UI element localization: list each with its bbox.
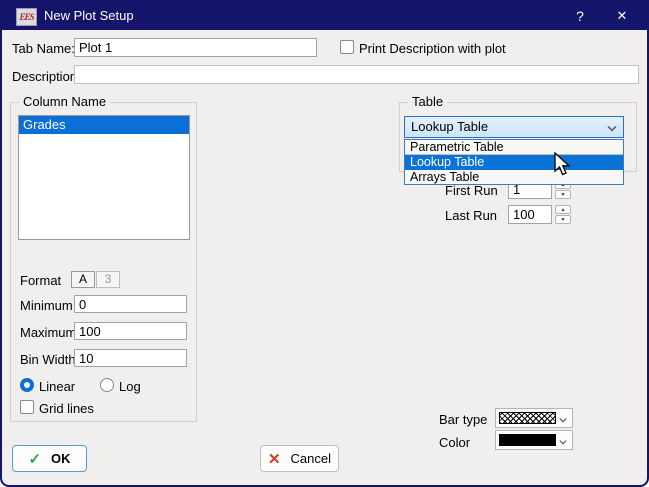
ok-button[interactable]: ✓ OK (12, 445, 87, 472)
spin-down-icon[interactable]: ▼ (555, 215, 571, 224)
spin-up-icon[interactable]: ▲ (555, 205, 571, 214)
chevron-down-icon (607, 122, 616, 131)
column-name-group-label: Column Name (19, 94, 110, 109)
bar-type-label: Bar type (439, 412, 487, 427)
table-combobox-value: Lookup Table (411, 119, 488, 134)
log-radio-label: Log (119, 379, 141, 394)
window-title: New Plot Setup (44, 2, 134, 30)
last-run-label: Last Run (445, 208, 497, 223)
color-swatch-black (499, 434, 556, 446)
color-dropdown[interactable] (495, 430, 573, 450)
table-dropdown-list: Parametric Table Lookup Table Arrays Tab… (404, 139, 624, 185)
cancel-button[interactable]: ✕ Cancel (260, 445, 339, 472)
last-run-spinner[interactable]: ▲ ▼ (555, 205, 572, 225)
color-label: Color (439, 435, 470, 450)
print-description-checkbox[interactable] (340, 40, 354, 54)
bar-type-dropdown[interactable] (495, 408, 573, 428)
check-icon: ✓ (28, 450, 41, 468)
maximum-input[interactable] (74, 322, 187, 340)
spin-down-icon[interactable]: ▼ (555, 190, 571, 199)
tab-name-label: Tab Name: (12, 41, 75, 56)
linear-radio-label: Linear (39, 379, 75, 394)
table-group-label: Table (408, 94, 447, 109)
chevron-down-icon (559, 415, 566, 422)
x-icon: ✕ (268, 450, 281, 468)
new-plot-setup-dialog: EES New Plot Setup ? ✕ Tab Name: Print D… (0, 0, 649, 487)
dropdown-item-lookup-table[interactable]: Lookup Table (405, 155, 623, 170)
crosshatch-pattern-icon (499, 412, 556, 424)
table-combobox[interactable]: Lookup Table (404, 116, 624, 138)
tab-name-input[interactable] (74, 38, 317, 57)
bin-width-input[interactable] (74, 349, 187, 367)
cancel-button-label: Cancel (291, 451, 331, 466)
grid-lines-checkbox[interactable] (20, 400, 34, 414)
grid-lines-label: Grid lines (39, 401, 94, 416)
minimum-label: Minimum (20, 298, 73, 313)
format-digits-box[interactable]: 3 (96, 271, 120, 288)
title-bar[interactable]: EES New Plot Setup ? ✕ (2, 2, 647, 30)
description-input[interactable] (74, 65, 639, 84)
linear-radio[interactable] (20, 378, 34, 392)
ok-button-label: OK (51, 451, 71, 466)
format-label: Format (20, 273, 61, 288)
minimum-input[interactable] (74, 295, 187, 313)
description-label: Description: (12, 69, 81, 84)
dropdown-item-parametric-table[interactable]: Parametric Table (405, 140, 623, 155)
column-name-listbox[interactable]: Grades (18, 115, 190, 240)
close-button[interactable]: ✕ (605, 2, 639, 30)
log-radio[interactable] (100, 378, 114, 392)
help-button[interactable]: ? (563, 2, 597, 30)
list-item-grades[interactable]: Grades (19, 116, 189, 134)
first-run-label: First Run (445, 183, 498, 198)
maximum-label: Maximum (20, 325, 76, 340)
bin-width-label: Bin Width (20, 352, 76, 367)
mouse-cursor-icon (554, 152, 574, 179)
app-icon: EES (16, 8, 37, 26)
format-letter-box[interactable]: A (71, 271, 95, 288)
chevron-down-icon (559, 437, 566, 444)
last-run-input[interactable] (508, 205, 552, 224)
print-description-label: Print Description with plot (359, 41, 506, 56)
dropdown-item-arrays-table[interactable]: Arrays Table (405, 170, 623, 184)
